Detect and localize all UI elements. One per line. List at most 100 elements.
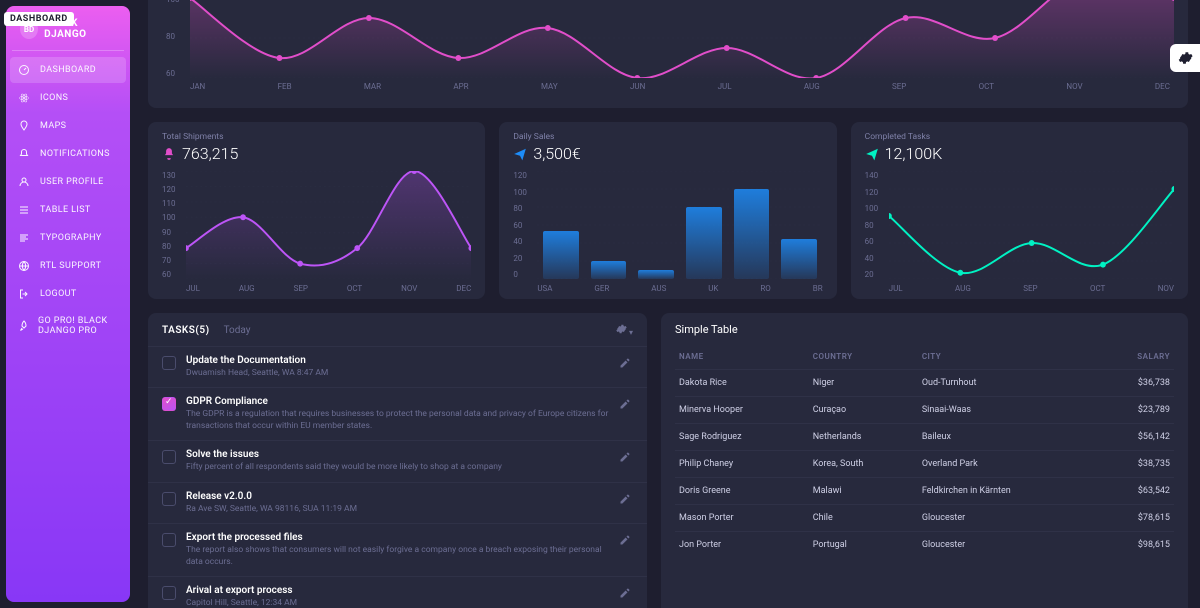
- sidebar-item-go-pro-black-django-pro[interactable]: GO PRO! BLACK DJANGO PRO: [10, 309, 126, 343]
- task-checkbox[interactable]: [162, 356, 176, 370]
- task-edit-button[interactable]: [619, 493, 633, 505]
- daily-sales-card: Daily Sales 3,500€ 120100806040200 USAGE…: [499, 122, 836, 299]
- bell-icon: [18, 148, 32, 160]
- sidebar-item-label: USER PROFILE: [40, 177, 104, 187]
- task-list: Update the Documentation Dwuamish Head, S…: [148, 346, 647, 608]
- task-row: GDPR ComplianceThe GDPR is a regulation …: [148, 387, 647, 440]
- completed-tasks-card: Completed Tasks 12,100K 1401201008060402…: [851, 122, 1188, 299]
- task-row: Update the Documentation Dwuamish Head, S…: [148, 346, 647, 387]
- sidebar-item-label: LOGOUT: [40, 289, 77, 299]
- bar: [781, 239, 817, 280]
- bar: [591, 261, 627, 279]
- completed-chart-svg: [889, 171, 1174, 279]
- table-row: Sage RodriguezNetherlandsBaileux$56,142: [675, 424, 1174, 451]
- task-edit-button[interactable]: [619, 357, 633, 369]
- bell-icon: [162, 147, 176, 161]
- tasks-value: 12,100K: [885, 144, 943, 163]
- tasks-card: TASKS(5) Today ▾ Update the Documentatio…: [148, 313, 647, 608]
- task-subtitle: Fifty percent of all respondents said th…: [186, 462, 609, 473]
- gear-icon: [1177, 50, 1193, 66]
- task-title: Update the Documentation: [186, 355, 609, 366]
- task-checkbox[interactable]: [162, 397, 176, 411]
- sidebar-tag: DASHBOARD: [4, 12, 74, 26]
- sidebar-item-icons[interactable]: ICONS: [10, 85, 126, 111]
- bar: [734, 189, 770, 279]
- task-edit-button[interactable]: [619, 587, 633, 599]
- task-title: Release v2.0.0: [186, 491, 609, 502]
- th-country: COUNTRY: [809, 344, 918, 370]
- shipments-chart-svg: [186, 171, 471, 279]
- sidebar-item-user-profile[interactable]: USER PROFILE: [10, 169, 126, 195]
- tasks-tab-today[interactable]: Today: [224, 325, 251, 336]
- list-icon: [18, 204, 32, 216]
- rocket-icon: [18, 320, 30, 332]
- task-edit-button[interactable]: [619, 534, 633, 546]
- sidebar-item-label: ICONS: [40, 93, 68, 103]
- table-row: Minerva HooperCuraçaoSinaai-Waas$23,789: [675, 397, 1174, 424]
- table-row: Philip ChaneyKorea, SouthOverland Park$3…: [675, 451, 1174, 478]
- globe-icon: [18, 260, 32, 272]
- bar: [686, 207, 722, 279]
- th-city: CITY: [918, 344, 1098, 370]
- bar: [543, 231, 579, 279]
- shipments-value: 763,215: [182, 144, 238, 163]
- card-subtitle: Daily Sales: [513, 132, 822, 142]
- table-row: Jon PorterPortugalGloucester$98,615: [675, 532, 1174, 559]
- task-checkbox[interactable]: [162, 586, 176, 600]
- shipments-hero-chart-card: 1201008060 JANFEBMARAPRMAYJUNJULAUGSEPOC…: [148, 0, 1188, 108]
- sidebar-item-label: TYPOGRAPHY: [40, 233, 102, 243]
- sidebar-item-rtl-support[interactable]: RTL SUPPORT: [10, 253, 126, 279]
- task-subtitle: Ra Ave SW, Seattle, WA 98116, SUA 11:19 …: [186, 504, 609, 515]
- sidebar-item-dashboard[interactable]: DASHBOARD: [10, 57, 126, 83]
- sales-value: 3,500€: [533, 144, 580, 163]
- card-subtitle: Total Shipments: [162, 132, 471, 142]
- tasks-tab-active[interactable]: TASKS(5): [162, 325, 210, 336]
- task-title: Solve the issues: [186, 449, 609, 460]
- sidebar-item-table-list[interactable]: TABLE LIST: [10, 197, 126, 223]
- table-row: Dakota RiceNigerOud-Turnhout$36,738: [675, 370, 1174, 397]
- settings-gear-button[interactable]: [1170, 44, 1200, 72]
- card-subtitle: Completed Tasks: [865, 132, 1174, 142]
- nav: DASHBOARD ICONS MAPS NOTIFICATIONS USER PROF…: [6, 51, 130, 349]
- task-subtitle: The GDPR is a regulation that requires b…: [186, 409, 609, 432]
- task-checkbox[interactable]: [162, 450, 176, 464]
- task-subtitle: Capitol Hill, Seattle, 12:34 AM: [186, 598, 609, 608]
- table-row: Doris GreeneMalawiFeldkirchen in Kärnten…: [675, 478, 1174, 505]
- task-subtitle: Dwuamish Head, Seattle, WA 8:47 AM: [186, 368, 609, 379]
- task-row: Release v2.0.0 Ra Ave SW, Seattle, WA 981…: [148, 482, 647, 523]
- sidebar: DASHBOARD BD BLACK DJANGO DASHBOARDICONS…: [0, 0, 136, 608]
- send-icon: [865, 147, 879, 161]
- align-icon: [18, 232, 32, 244]
- gauge-icon: [18, 64, 32, 76]
- simple-table-card: Simple Table NAME COUNTRY CITY SALARY Da…: [661, 313, 1188, 608]
- main: 1201008060 JANFEBMARAPRMAYJUNJULAUGSEPOC…: [136, 0, 1200, 608]
- sidebar-item-label: RTL SUPPORT: [40, 261, 101, 271]
- th-name: NAME: [675, 344, 809, 370]
- sidebar-item-typography[interactable]: TYPOGRAPHY: [10, 225, 126, 251]
- task-edit-button[interactable]: [619, 398, 633, 410]
- bar: [638, 270, 674, 279]
- task-checkbox[interactable]: [162, 533, 176, 547]
- sidebar-item-logout[interactable]: LOGOUT: [10, 281, 126, 307]
- sidebar-item-label: MAPS: [40, 121, 66, 131]
- pin-icon: [18, 120, 32, 132]
- logout-icon: [18, 288, 32, 300]
- total-shipments-card: Total Shipments 763,215 1301201101009080…: [148, 122, 485, 299]
- sidebar-item-label: NOTIFICATIONS: [40, 149, 110, 159]
- task-checkbox[interactable]: [162, 492, 176, 506]
- task-title: Arival at export process: [186, 585, 609, 596]
- sidebar-item-maps[interactable]: MAPS: [10, 113, 126, 139]
- table-row: Mason PorterChileGloucester$78,615: [675, 505, 1174, 532]
- atom-icon: [18, 92, 32, 104]
- sidebar-item-notifications[interactable]: NOTIFICATIONS: [10, 141, 126, 167]
- task-edit-button[interactable]: [619, 451, 633, 463]
- task-title: Export the processed files: [186, 532, 609, 543]
- sidebar-item-label: GO PRO! BLACK DJANGO PRO: [38, 316, 118, 336]
- sidebar-item-label: DASHBOARD: [40, 65, 96, 75]
- sidebar-item-label: TABLE LIST: [40, 205, 91, 215]
- task-subtitle: The report also shows that consumers wil…: [186, 545, 609, 568]
- gear-icon: [615, 323, 627, 335]
- task-row: Solve the issues Fifty percent of all res…: [148, 440, 647, 481]
- tasks-menu-button[interactable]: ▾: [615, 323, 634, 338]
- table-title: Simple Table: [675, 323, 1174, 336]
